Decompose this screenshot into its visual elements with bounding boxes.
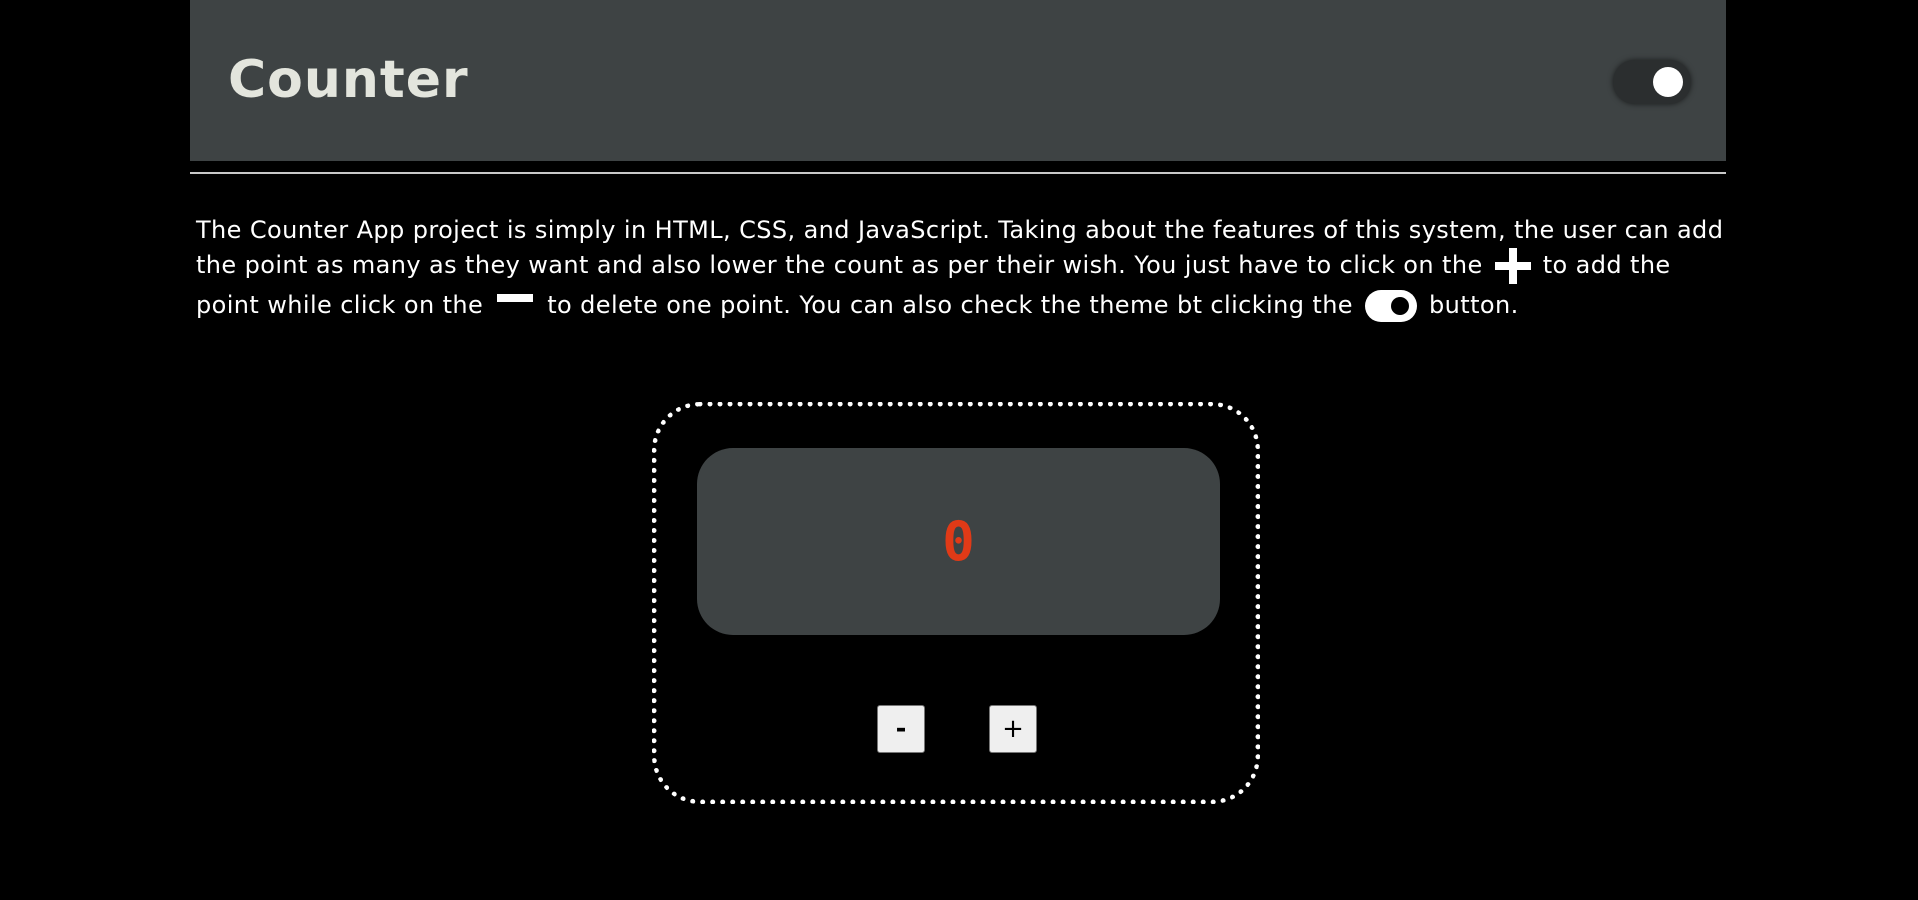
description: The Counter App project is simply in HTM… <box>196 214 1726 326</box>
page: Counter The Counter App project is simpl… <box>0 0 1918 900</box>
toggle-icon <box>1365 290 1418 322</box>
theme-toggle[interactable] <box>1613 60 1691 104</box>
count-value: 0 <box>942 510 975 573</box>
counter-display: 0 <box>697 448 1220 635</box>
minus-icon <box>495 286 535 326</box>
divider <box>190 172 1726 174</box>
toggle-knob <box>1653 67 1683 97</box>
decrement-button[interactable]: - <box>877 705 925 753</box>
header: Counter <box>190 0 1726 161</box>
increment-button[interactable]: + <box>989 705 1037 753</box>
description-text-3: to delete one point. You can also check … <box>547 291 1353 319</box>
page-title: Counter <box>228 50 469 110</box>
description-text-4: button. <box>1429 291 1519 319</box>
plus-icon <box>1493 246 1533 286</box>
